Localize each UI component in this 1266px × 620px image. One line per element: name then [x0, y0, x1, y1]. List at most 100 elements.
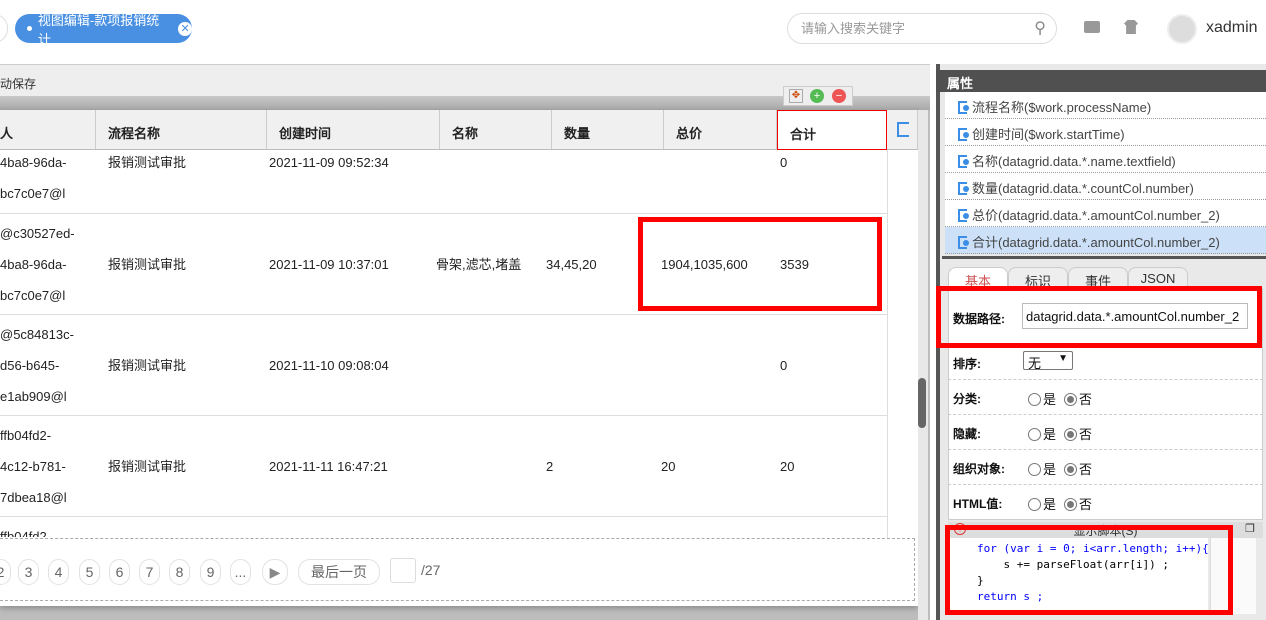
- radio-no[interactable]: 否: [1064, 459, 1092, 478]
- column-header-selected[interactable]: 合计: [777, 110, 887, 150]
- field-item[interactable]: 数量(datagrid.data.*.countCol.number): [945, 173, 1266, 200]
- add-icon[interactable]: +: [810, 89, 824, 103]
- column-header[interactable]: 创建时间: [267, 110, 440, 150]
- divider: [0, 213, 887, 214]
- scrollbar[interactable]: [918, 110, 928, 620]
- table-row: 4ba8-96da-bc7c0e7@l: [0, 155, 67, 201]
- search-input[interactable]: 请输入搜索关键字 ⚲: [787, 13, 1057, 44]
- radio-yes[interactable]: 是: [1028, 389, 1056, 408]
- divider: [0, 516, 887, 517]
- cell: 2021-11-09 10:37:01: [269, 257, 389, 272]
- field-item-selected[interactable]: 合计(datagrid.data.*.amountCol.number_2): [945, 227, 1266, 254]
- dot-icon: [27, 26, 32, 31]
- highlight-box: [638, 217, 882, 311]
- table-row: ffb04fd2- 4c12-b781- 7dbea18@l: [0, 428, 67, 505]
- field-item[interactable]: 流程名称($work.processName): [945, 92, 1266, 119]
- radio-row: 分类: 是否: [948, 380, 1263, 415]
- cell: 20: [780, 459, 795, 474]
- tab-label: 视图编辑-款项报销统计: [37, 12, 160, 47]
- radio-no[interactable]: 否: [1064, 424, 1092, 443]
- datagrid: 人 流程名称 创建时间 名称 数量 总价 合计 4ba8-96da-bc7c0e…: [0, 110, 918, 606]
- cell: 0: [780, 155, 788, 170]
- page-button[interactable]: 9: [200, 559, 221, 585]
- cell: 2: [546, 459, 554, 474]
- cell: 2021-11-09 09:52:34: [269, 155, 389, 170]
- highlight-box: [945, 525, 1233, 615]
- page-button[interactable]: 8: [169, 559, 190, 585]
- page-button[interactable]: 6: [109, 559, 130, 585]
- page-button[interactable]: 3: [18, 559, 39, 585]
- search-icon[interactable]: ⚲: [1034, 14, 1046, 43]
- page-button[interactable]: 5: [79, 559, 100, 585]
- column-header[interactable]: 数量: [552, 110, 664, 150]
- field-item[interactable]: 名称(datagrid.data.*.name.textfield): [945, 146, 1266, 173]
- divider: [942, 256, 1266, 259]
- table-row: @c30527ed- 4ba8-96da-bc7c0e7@l: [0, 226, 75, 303]
- divider: [0, 314, 887, 315]
- page-button[interactable]: 7: [139, 559, 160, 585]
- highlight-box: [936, 286, 1262, 348]
- cell: 报销测试审批: [108, 358, 187, 373]
- page-total: /27: [421, 562, 441, 578]
- maximize-icon[interactable]: ❐: [1245, 522, 1255, 535]
- cell: 0: [780, 358, 788, 373]
- radio-yes[interactable]: 是: [1028, 494, 1056, 513]
- scrollbar-thumb[interactable]: [918, 378, 926, 428]
- table-row: @5c84813c-d56-b645- e1ab909@l: [0, 327, 74, 404]
- remove-icon[interactable]: −: [832, 89, 846, 103]
- column-header[interactable]: 名称: [440, 110, 552, 150]
- pagination: 2 3 4 5 6 7 8 9 ... ▶ 最后一页 /27: [0, 538, 915, 601]
- field-item[interactable]: 总价(datagrid.data.*.amountCol.number_2): [945, 200, 1266, 227]
- radio-yes[interactable]: 是: [1028, 424, 1056, 443]
- tab-previous[interactable]: [0, 14, 8, 43]
- page-input[interactable]: [390, 558, 416, 583]
- cell: 骨架,滤芯,堵盖: [436, 257, 522, 272]
- sort-select[interactable]: 无 ▼: [1023, 351, 1073, 371]
- sort-row: 排序: 无 ▼: [948, 345, 1263, 380]
- radio-row: HTML值: 是否: [948, 485, 1263, 520]
- divider: [887, 150, 888, 550]
- table-row: ffb04fd2-: [0, 529, 52, 537]
- username[interactable]: xadmin: [1206, 19, 1258, 37]
- column-tools: ✥ + −: [783, 86, 853, 106]
- field-icon: [958, 236, 969, 249]
- field-item[interactable]: 创建时间($work.startTime): [945, 119, 1266, 146]
- radio-no[interactable]: 否: [1064, 389, 1092, 408]
- chevron-down-icon: ▼: [1058, 353, 1068, 364]
- message-icon[interactable]: [1084, 21, 1100, 33]
- radio-no[interactable]: 否: [1064, 494, 1092, 513]
- avatar[interactable]: [1167, 14, 1197, 44]
- next-page-icon[interactable]: ▶: [262, 559, 288, 585]
- move-icon[interactable]: ✥: [789, 89, 803, 103]
- close-icon[interactable]: ✕: [178, 21, 192, 36]
- field-icon: [958, 182, 969, 195]
- column-header[interactable]: 流程名称: [96, 110, 267, 150]
- cell: 报销测试审批: [108, 257, 187, 272]
- divider: [0, 415, 887, 416]
- cell: 报销测试审批: [108, 155, 187, 170]
- page-button[interactable]: 2: [0, 559, 11, 585]
- page-button[interactable]: 4: [48, 559, 69, 585]
- column-header[interactable]: 人: [0, 110, 96, 150]
- field-icon: [958, 155, 969, 168]
- page-button[interactable]: ...: [230, 559, 251, 585]
- shirt-icon[interactable]: [1124, 20, 1138, 34]
- auto-save-label[interactable]: 动保存: [0, 77, 36, 91]
- cell: 20: [661, 459, 676, 474]
- search-placeholder: 请输入搜索关键字: [801, 21, 906, 36]
- radio-row: 组织对象: 是否: [948, 450, 1263, 485]
- cell: 2021-11-11 16:47:21: [269, 459, 388, 474]
- last-page-button[interactable]: 最后一页: [298, 559, 380, 585]
- tab-view-edit[interactable]: 视图编辑-款项报销统计 ✕: [15, 13, 192, 47]
- cell: 34,45,20: [546, 257, 597, 272]
- cell: 2021-11-10 09:08:04: [269, 358, 389, 373]
- cell: 报销测试审批: [108, 459, 187, 474]
- field-icon: [958, 101, 969, 114]
- field-icon: [958, 209, 969, 222]
- radio-row: 隐藏: 是否: [948, 415, 1263, 450]
- field-icon: [958, 128, 969, 141]
- column-header[interactable]: 总价: [664, 110, 777, 150]
- panel-title: 属性: [936, 70, 1266, 92]
- radio-yes[interactable]: 是: [1028, 459, 1056, 478]
- add-column-icon[interactable]: [887, 110, 918, 150]
